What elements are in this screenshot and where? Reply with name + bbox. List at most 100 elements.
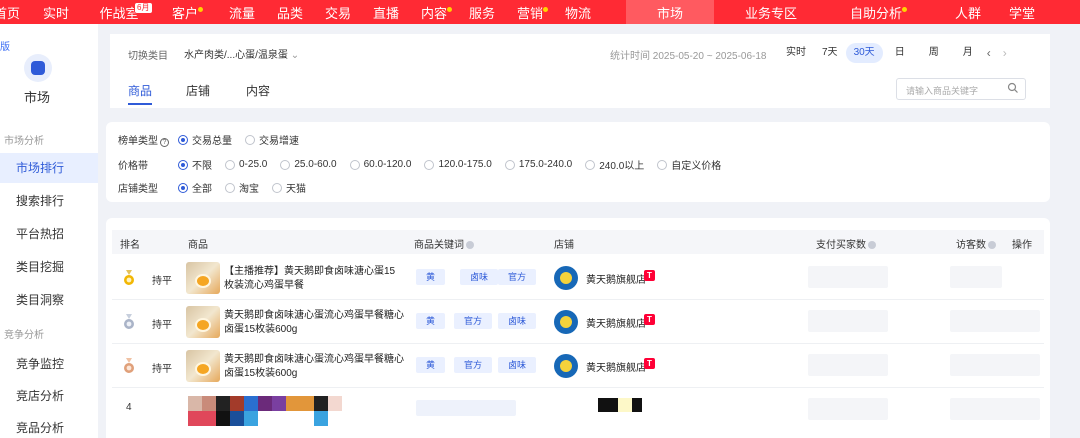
notice-dot (902, 6, 907, 12)
sidebar-item-competition-monitor[interactable]: 竞争监控 (0, 349, 98, 379)
shop-name[interactable]: 黄天鹅旗舰店 (586, 271, 646, 286)
chevron-left-icon[interactable]: ‹ (981, 46, 997, 60)
radio-option[interactable]: 240.0以上 (585, 157, 644, 172)
period-week[interactable]: 周 (921, 43, 947, 63)
sidebar-item-category-mining[interactable]: 类目挖掘 (0, 252, 98, 282)
radio-option[interactable]: 60.0-120.0 (349, 159, 411, 170)
nav-item-category[interactable]: 品类 (266, 0, 314, 24)
header-visitors[interactable]: 访客数 (956, 236, 996, 251)
info-icon[interactable] (988, 241, 996, 249)
radio-option[interactable]: 175.0-240.0 (504, 159, 572, 170)
sidebar-item-market-rank[interactable]: 市场排行 (0, 153, 98, 183)
keyword-tag: 卤味 (498, 313, 537, 329)
nav-item-customer[interactable]: 客户 (152, 0, 218, 24)
nav-item-war-room[interactable]: 作战室 6月 (86, 0, 153, 24)
radio-option[interactable]: 全部 (178, 180, 212, 195)
nav-item-traffic[interactable]: 流量 (218, 0, 266, 24)
radio-icon (178, 182, 188, 193)
keyword-tag: 官方 (454, 357, 493, 373)
category-selector[interactable]: 水产肉类/...心蛋/温泉蛋 ⌄ (184, 46, 299, 61)
header-buyers[interactable]: 支付买家数 (816, 236, 876, 251)
sidebar-item-category-insight[interactable]: 类目洞察 (0, 285, 98, 315)
sidebar-item-platform-hot[interactable]: 平台热招 (0, 219, 98, 249)
search-icon[interactable] (1007, 82, 1019, 94)
sidebar-item-competitor-product[interactable]: 竞品分析 (0, 413, 98, 438)
nav-item-marketing[interactable]: 营销 (506, 0, 554, 24)
table-row[interactable]: 持平 黄天鹅即食卤味溏心蛋流心鸡蛋早餐糖心卤蛋15枚装600g 黄 官方 卤味 … (112, 300, 1044, 344)
info-icon[interactable] (466, 241, 474, 249)
nav-item-audience[interactable]: 人群 (944, 0, 992, 24)
radio-option[interactable]: 淘宝 (225, 180, 259, 195)
radio-option[interactable]: 0-25.0 (225, 159, 267, 170)
product-thumbnail[interactable] (186, 350, 220, 382)
help-icon[interactable]: ? (160, 138, 169, 147)
redacted-visitors (950, 266, 1002, 288)
rank-trend: 持平 (152, 364, 172, 375)
tab-content[interactable]: 内容 (246, 82, 270, 99)
radio-option[interactable]: 自定义价格 (657, 157, 721, 172)
radio-option[interactable]: 不限 (178, 157, 212, 172)
product-search-input[interactable]: 请输入商品关键字 (896, 78, 1026, 100)
radio-icon (178, 159, 188, 170)
tmall-icon: T (644, 358, 655, 369)
sidebar-item-search-rank[interactable]: 搜索排行 (0, 186, 98, 216)
category-switch-label: 切换类目 (128, 51, 168, 62)
nav-item-self-analysis[interactable]: 自助分析 (834, 0, 918, 24)
sidebar-section-title: 市场分析 (4, 136, 44, 147)
shop-name[interactable]: 黄天鹅旗舰店 (586, 359, 646, 374)
product-name[interactable]: 黄天鹅即食卤味溏心蛋流心鸡蛋早餐糖心卤蛋15枚装600g (224, 353, 404, 381)
nav-item-logistics[interactable]: 物流 (554, 0, 602, 24)
nav-item-business-zone[interactable]: 业务专区 (726, 0, 816, 24)
table-row[interactable]: 持平 黄天鹅即食卤味溏心蛋流心鸡蛋早餐糖心卤蛋15枚装600g 黄 官方 卤味 … (112, 344, 1044, 388)
table-row[interactable]: 4 (112, 388, 1044, 432)
period-month[interactable]: 月 (955, 43, 981, 63)
nav-item-market[interactable]: 市场 (626, 0, 714, 24)
radio-icon (225, 159, 235, 170)
nav-item-realtime[interactable]: 实时 (26, 0, 86, 24)
keyword-tag: 卤味 (460, 269, 499, 285)
product-thumbnail[interactable] (186, 262, 220, 294)
sidebar-section-title: 竞争分析 (4, 330, 44, 341)
period-30d[interactable]: 30天 (845, 43, 883, 63)
radio-option[interactable]: 120.0-175.0 (424, 159, 492, 170)
notice-dot (543, 6, 548, 12)
shop-logo-icon[interactable] (554, 266, 578, 290)
radio-icon (349, 159, 360, 170)
product-name[interactable]: 黄天鹅即食卤味溏心蛋流心鸡蛋早餐糖心卤蛋15枚装600g (224, 309, 404, 337)
radio-icon (225, 182, 235, 193)
nav-item-academy[interactable]: 学堂 (998, 0, 1046, 24)
chevron-right-icon[interactable]: › (997, 46, 1013, 60)
tab-products[interactable]: 商品 (128, 82, 152, 99)
sidebar: 版 市场 市场分析 市场排行 搜索排行 平台热招 类目挖掘 类目洞察 竞争分析 … (0, 24, 98, 438)
redacted-visitors (950, 310, 1040, 332)
nav-item-trade[interactable]: 交易 (314, 0, 362, 24)
shop-name[interactable]: 黄天鹅旗舰店 (586, 315, 646, 330)
period-day[interactable]: 日 (887, 43, 913, 63)
period-7d[interactable]: 7天 (814, 43, 846, 63)
product-name[interactable]: 【主播推荐】黄天鹅即食卤味溏心蛋15枚装流心鸡蛋早餐 (224, 265, 404, 293)
tmall-icon: T (644, 270, 655, 281)
tab-shops[interactable]: 店铺 (186, 82, 210, 99)
shop-logo-icon[interactable] (554, 354, 578, 378)
nav-item-live[interactable]: 直播 (362, 0, 410, 24)
product-thumbnail[interactable] (186, 306, 220, 338)
radio-option[interactable]: 交易总量 (178, 132, 232, 147)
keyword-tag: 官方 (498, 269, 537, 285)
radio-option[interactable]: 天猫 (272, 180, 306, 195)
new-badge: 6月 (134, 1, 153, 14)
period-realtime[interactable]: 实时 (778, 43, 814, 63)
radio-option[interactable]: 25.0-60.0 (280, 159, 337, 170)
sidebar-item-competitor-shop[interactable]: 竞店分析 (0, 381, 98, 411)
shop-logo-icon[interactable] (554, 310, 578, 334)
nav-item-service[interactable]: 服务 (458, 0, 506, 24)
info-icon[interactable] (868, 241, 876, 249)
keyword-tag: 卤味 (498, 357, 537, 373)
nav-item-home[interactable]: 首页 (0, 0, 26, 24)
table-header: 排名 商品 商品关键词 店铺 支付买家数 访客数 操作 (112, 230, 1044, 254)
filter-row-shop-type: 店铺类型 全部 淘宝 天猫 (118, 180, 319, 195)
table-row[interactable]: 持平 【主播推荐】黄天鹅即食卤味溏心蛋15枚装流心鸡蛋早餐 黄 卤味 官方 黄天… (112, 256, 1044, 300)
radio-icon (178, 134, 188, 145)
nav-item-content[interactable]: 内容 (410, 0, 458, 24)
radio-option[interactable]: 交易增速 (245, 132, 299, 147)
bronze-medal-icon (124, 358, 134, 373)
